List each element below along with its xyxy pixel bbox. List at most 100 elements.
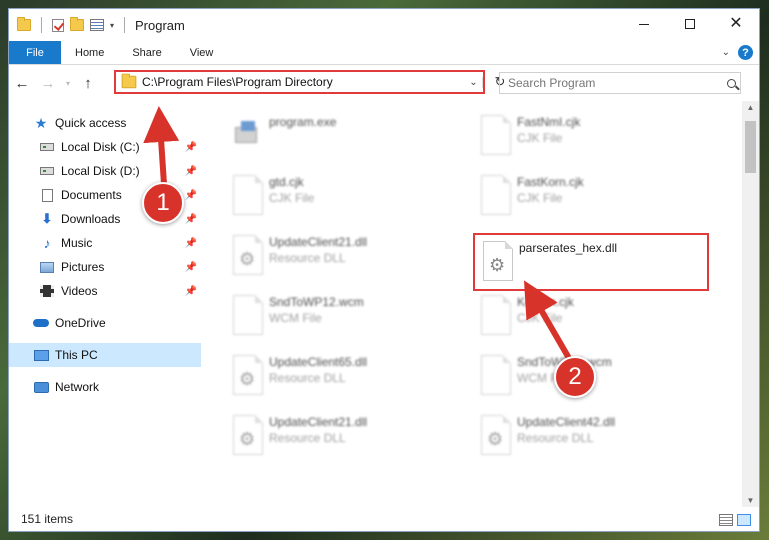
star-icon: ★ (34, 114, 48, 131)
file-name: UpdateClient42.dll (517, 415, 616, 429)
sidebar-item-pictures[interactable]: Pictures 📌 (9, 255, 201, 279)
sidebar-item-label: Music (61, 236, 93, 250)
sidebar-item-label: Videos (61, 284, 98, 298)
large-icons-view-icon[interactable] (737, 514, 751, 526)
file-icon (229, 295, 263, 339)
minimize-icon (639, 23, 649, 25)
file-item[interactable]: ⚙ UpdateClient21.dll Resource DLL (229, 413, 449, 469)
pin-icon[interactable]: 📌 (185, 142, 197, 153)
pin-icon[interactable]: 📌 (185, 286, 197, 297)
minimize-button[interactable] (621, 9, 667, 39)
close-button[interactable]: ✕ (713, 9, 759, 39)
sidebar-item-local-disk-d[interactable]: Local Disk (D:) 📌 (9, 159, 201, 183)
view-toggle (719, 514, 751, 526)
sidebar-item-music[interactable]: ♪ Music 📌 (9, 231, 201, 255)
tab-home[interactable]: Home (61, 41, 118, 64)
back-button[interactable]: ← (9, 71, 35, 95)
navigation-pane: ★ Quick access Local Disk (C:) 📌 Local D… (9, 101, 201, 507)
scroll-down-icon[interactable]: ▼ (742, 496, 759, 505)
details-view-icon[interactable] (719, 514, 733, 526)
sidebar-item-network[interactable]: Network (9, 375, 201, 399)
tab-view[interactable]: View (176, 41, 228, 64)
ribbon-right-controls: ⌄ ? (722, 45, 753, 60)
sidebar-item-onedrive[interactable]: OneDrive (9, 311, 201, 335)
forward-button[interactable]: → (35, 71, 61, 95)
disk-icon (39, 164, 55, 178)
file-item[interactable]: SndToWP12.wcm WCM File (229, 293, 449, 349)
folder-icon (17, 17, 31, 31)
file-icon (477, 355, 511, 399)
pin-icon[interactable]: 📌 (185, 214, 197, 225)
pin-icon[interactable]: 📌 (185, 166, 197, 177)
file-item[interactable]: program.exe (229, 113, 449, 169)
file-name: UpdateClient65.dll (269, 355, 368, 369)
customize-dropdown-icon[interactable]: ▾ (110, 21, 114, 30)
explorer-window: ▾ Program ✕ File Home Share View ⌄ ? ← →… (8, 8, 760, 532)
sidebar-item-videos[interactable]: Videos 📌 (9, 279, 201, 303)
pin-icon[interactable]: 📌 (185, 262, 197, 273)
sidebar-item-label: Quick access (55, 116, 127, 130)
close-icon: ✕ (729, 15, 743, 32)
file-name: FastNmI.cjk (517, 115, 581, 129)
sidebar-item-label: Local Disk (C:) (61, 140, 140, 154)
dll-gear-icon: ⚙ (477, 415, 511, 459)
file-item[interactable]: FastNmI.cjk CJK File (477, 113, 697, 169)
file-icon (477, 115, 511, 159)
file-type: WCM File (269, 311, 322, 325)
vertical-scrollbar[interactable]: ▲ ▼ (742, 101, 759, 507)
recent-locations-button[interactable]: ▾ (61, 71, 75, 95)
file-item[interactable]: ⚙ UpdateClient42.dll Resource DLL (477, 413, 697, 469)
view-options-icon[interactable] (90, 19, 104, 31)
status-bar: 151 items (9, 507, 759, 531)
file-type: CJK File (517, 311, 563, 325)
pin-icon[interactable]: 📌 (185, 190, 197, 201)
sidebar-item-label: Network (55, 380, 100, 394)
file-name: parserates_hex.dll (519, 241, 618, 255)
file-type: CJK File (269, 191, 315, 205)
file-item[interactable]: ⚙ UpdateClient65.dll Resource DLL (229, 353, 449, 409)
sidebar-item-label: Downloads (61, 212, 121, 226)
sidebar-item-local-disk-c[interactable]: Local Disk (C:) 📌 (9, 135, 201, 159)
separator (41, 17, 42, 33)
file-name: FastKorn.cjk (517, 175, 584, 189)
document-icon (39, 188, 55, 202)
file-item[interactable]: gtd.cjk CJK File (229, 173, 449, 229)
sidebar-item-this-pc[interactable]: This PC (9, 343, 201, 367)
pin-icon[interactable]: 📌 (185, 238, 197, 249)
address-dropdown-icon[interactable]: ⌄ (465, 76, 483, 88)
file-item[interactable]: ⚙ UpdateClient21.dll Resource DLL (229, 233, 449, 289)
videos-icon (39, 284, 55, 298)
file-type: CJK File (517, 191, 563, 205)
scrollbar-thumb[interactable] (745, 121, 756, 173)
scroll-up-icon[interactable]: ▲ (742, 103, 759, 112)
magnifier-glyph (726, 78, 736, 88)
computer-icon (33, 348, 49, 362)
dll-gear-icon: ⚙ (479, 241, 513, 285)
tab-share[interactable]: Share (118, 41, 175, 64)
search-box[interactable] (499, 72, 741, 94)
address-path[interactable]: C:\Program Files\Program Directory (142, 75, 465, 89)
properties-check-icon[interactable] (52, 18, 64, 32)
file-name: gtd.cjk (269, 175, 304, 189)
file-type: Resource DLL (269, 371, 346, 385)
file-list: program.exe FastNmI.cjk CJK File gtd.cjk C… (201, 101, 759, 507)
sidebar-item-quick-access[interactable]: ★ Quick access (9, 111, 201, 135)
file-item[interactable]: FastKorn.cjk CJK File (477, 173, 697, 229)
address-bar[interactable]: C:\Program Files\Program Directory ⌄ (114, 70, 485, 94)
sidebar-item-label: Pictures (61, 260, 105, 274)
up-button[interactable]: ↑ (75, 71, 101, 95)
step-1-badge: 1 (142, 182, 184, 224)
tab-file[interactable]: File (9, 41, 61, 64)
search-input[interactable] (508, 76, 722, 90)
music-icon: ♪ (43, 235, 51, 251)
new-folder-icon[interactable] (70, 17, 84, 31)
back-arrow-icon: ← (14, 74, 30, 92)
maximize-button[interactable] (667, 9, 713, 39)
search-icon[interactable] (722, 78, 740, 88)
highlighted-file-item[interactable]: ⚙ parserates_hex.dll (473, 233, 709, 291)
expand-ribbon-chevron-icon[interactable]: ⌄ (722, 47, 730, 58)
help-icon[interactable]: ? (738, 45, 753, 60)
file-item[interactable]: Korean.cjk CJK File (477, 293, 697, 349)
